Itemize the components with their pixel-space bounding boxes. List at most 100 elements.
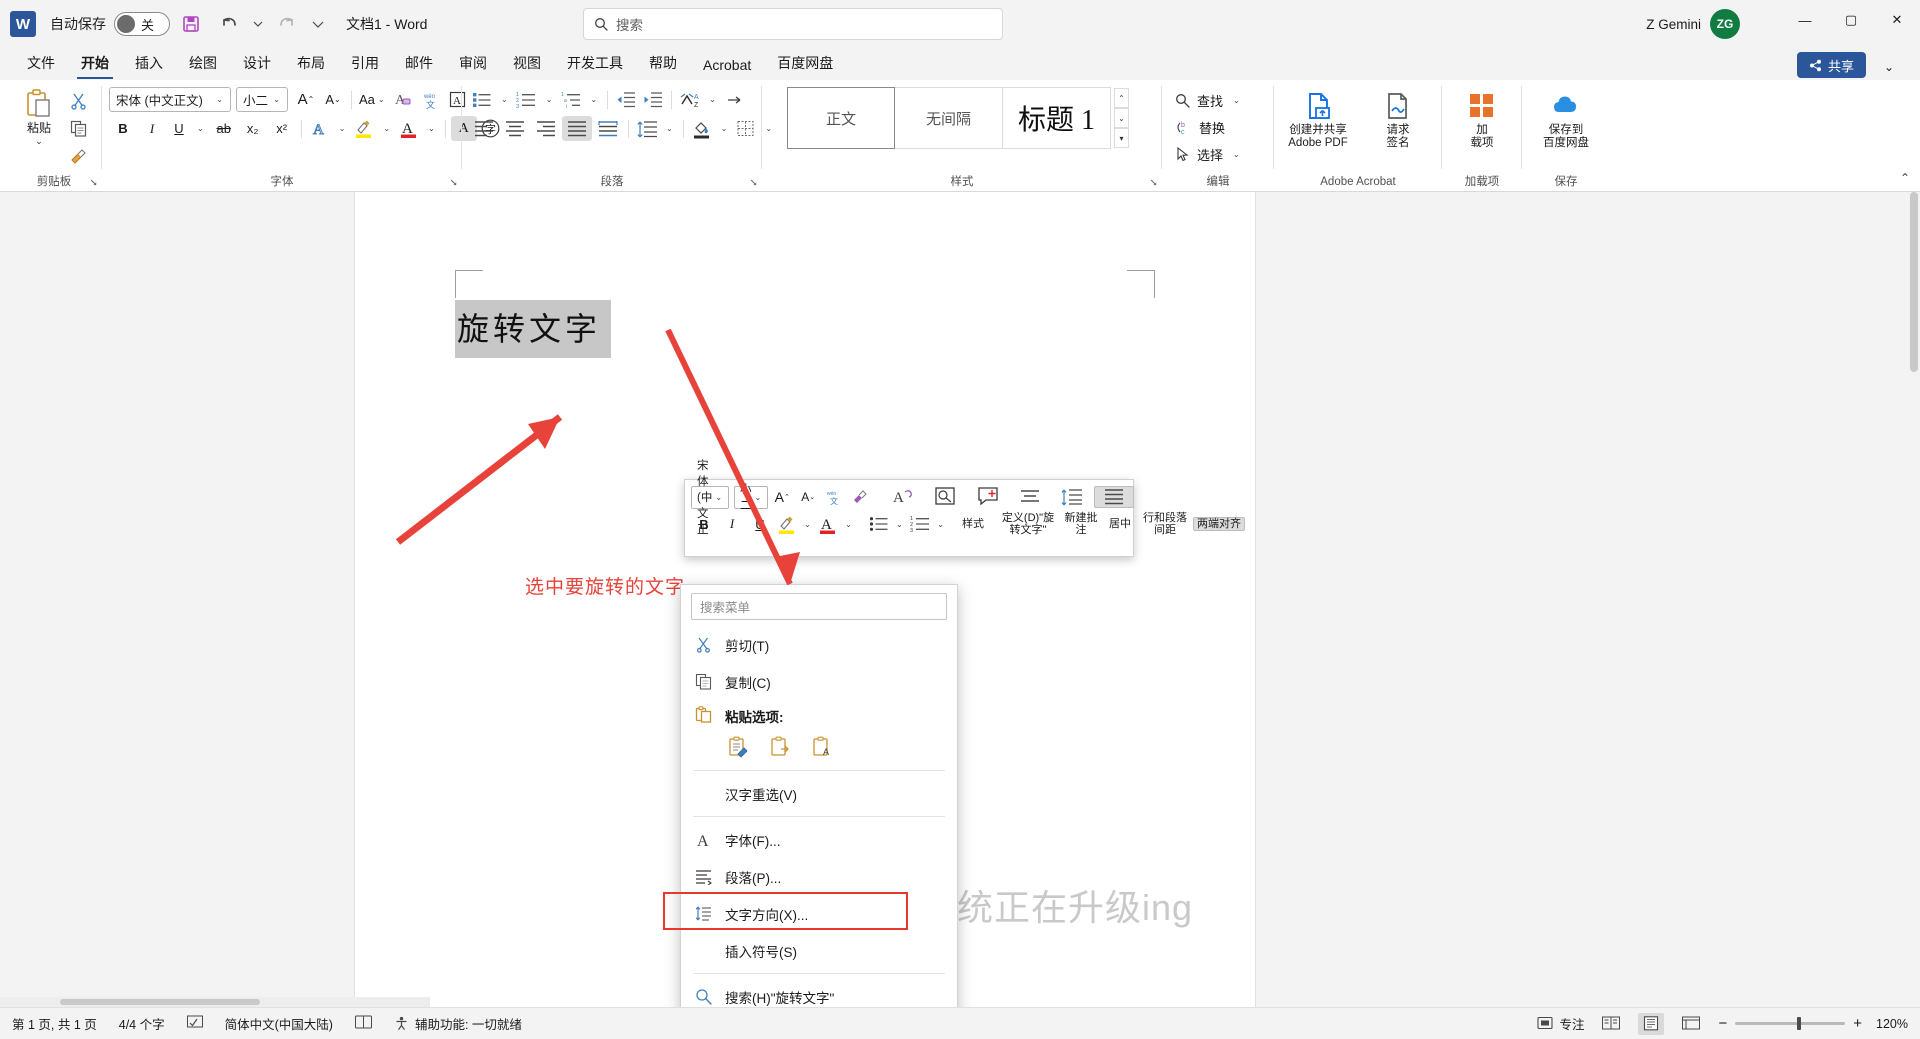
paste-button[interactable]: 粘贴 ⌄: [13, 83, 65, 146]
share-caret-icon[interactable]: ⌄: [1884, 60, 1894, 74]
qat-more-icon[interactable]: [308, 9, 328, 39]
text-effects-button[interactable]: A: [307, 116, 333, 141]
save-to-baidu-button[interactable]: 保存到 百度网盘: [1529, 85, 1603, 150]
line-spacing-button[interactable]: [634, 116, 660, 141]
styles-scroll-down[interactable]: ⌄: [1114, 108, 1129, 128]
mini-font-size-combo[interactable]: 小二 ⌄: [734, 484, 769, 512]
undo-icon[interactable]: [212, 9, 246, 39]
styles-more[interactable]: ▾: [1114, 128, 1129, 148]
paste-keep-source-formatting-icon[interactable]: [725, 734, 751, 760]
mini-shrink-font-button[interactable]: A ⌄: [796, 485, 820, 509]
search-input[interactable]: 搜索: [583, 8, 1003, 40]
tab-view[interactable]: 视图: [500, 49, 554, 80]
create-share-pdf-button[interactable]: 创建并共享 Adobe PDF: [1281, 85, 1355, 150]
horizontal-scroll-thumb[interactable]: [60, 999, 260, 1005]
numbering-caret-icon[interactable]: ⌄: [541, 87, 558, 112]
spellcheck-icon[interactable]: [186, 1015, 203, 1033]
zoom-out-button[interactable]: −: [1718, 1015, 1727, 1032]
zoom-track[interactable]: [1735, 1017, 1846, 1030]
mini-align-center-button[interactable]: [1010, 487, 1050, 507]
zoom-level[interactable]: 120%: [1876, 1017, 1908, 1031]
accessibility-status[interactable]: 辅助功能: 一切就绪: [394, 1014, 522, 1033]
paragraph-dialog-launcher[interactable]: ⭨: [748, 178, 759, 189]
tab-design[interactable]: 设计: [230, 49, 284, 80]
mini-phonetic-button[interactable]: wén 文: [822, 485, 846, 509]
select-button[interactable]: 选择 ⌄: [1169, 141, 1249, 167]
addins-button[interactable]: 加 载项: [1449, 85, 1515, 150]
bullets-button[interactable]: [469, 87, 495, 112]
tab-baidu-netdisk[interactable]: 百度网盘: [764, 49, 846, 80]
styles-scroll-up[interactable]: ⌃: [1114, 88, 1129, 108]
style-heading-1[interactable]: 标题 1: [1003, 87, 1111, 149]
mini-italic-button[interactable]: I: [719, 512, 745, 536]
multilevel-caret-icon[interactable]: ⌄: [585, 87, 602, 112]
maximize-button[interactable]: ▢: [1828, 0, 1874, 40]
close-button[interactable]: ✕: [1874, 0, 1920, 40]
paste-keep-text-only-icon[interactable]: A: [809, 734, 835, 760]
context-menu-search-input[interactable]: 搜索菜单: [691, 593, 947, 620]
superscript-button[interactable]: x²: [268, 116, 296, 141]
strikethrough-button[interactable]: ab: [210, 116, 238, 141]
selected-document-text[interactable]: 旋转文字: [455, 300, 612, 358]
tab-developer[interactable]: 开发工具: [554, 49, 636, 80]
change-case-button[interactable]: Aa ⌄: [357, 87, 390, 112]
word-count[interactable]: 4/4 个字: [119, 1014, 165, 1033]
mini-numbering-button[interactable]: 123: [908, 512, 932, 536]
find-button[interactable]: 查找 ⌄: [1169, 87, 1249, 113]
mini-define-button[interactable]: [926, 486, 966, 508]
minimize-button[interactable]: —: [1782, 0, 1828, 40]
redo-icon[interactable]: [270, 9, 304, 39]
borders-button[interactable]: [733, 116, 759, 141]
sort-button[interactable]: AZ: [677, 87, 703, 112]
request-signature-button[interactable]: 请求 签名: [1361, 85, 1435, 150]
zoom-knob[interactable]: [1797, 1017, 1802, 1030]
vertical-scroll-thumb[interactable]: [1910, 192, 1918, 372]
tab-mailings[interactable]: 邮件: [392, 49, 446, 80]
horizontal-scrollbar[interactable]: [0, 997, 430, 1007]
context-menu-item-cut[interactable]: 剪切(T): [681, 626, 957, 663]
bullets-caret-icon[interactable]: ⌄: [496, 87, 513, 112]
save-icon[interactable]: [174, 9, 208, 39]
tab-layout[interactable]: 布局: [284, 49, 338, 80]
view-mode-icon[interactable]: [354, 1015, 372, 1033]
increase-indent-button[interactable]: [640, 87, 666, 112]
copy-button[interactable]: [65, 115, 91, 141]
autosave-toggle[interactable]: 关: [114, 12, 170, 36]
mini-highlight-caret-icon[interactable]: ⌄: [801, 512, 814, 536]
font-size-caret-icon[interactable]: ⌄: [270, 95, 283, 104]
mini-font-color-button[interactable]: A: [816, 512, 840, 536]
zoom-in-button[interactable]: +: [1853, 1015, 1862, 1032]
mini-bold-button[interactable]: B: [691, 512, 717, 536]
context-menu-item-text-direction[interactable]: 文字方向(X)...: [681, 895, 957, 932]
shading-caret-icon[interactable]: ⌄: [716, 116, 733, 141]
justify-button[interactable]: [562, 116, 592, 141]
vertical-scrollbar[interactable]: [1908, 192, 1920, 1007]
show-marks-button[interactable]: [722, 87, 748, 112]
focus-button[interactable]: 专注: [1537, 1014, 1584, 1033]
context-menu-item-insert-symbol[interactable]: 插入符号(S): [681, 932, 957, 969]
line-spacing-caret-icon[interactable]: ⌄: [661, 116, 678, 141]
subscript-button[interactable]: x₂: [239, 116, 267, 141]
tab-insert[interactable]: 插入: [122, 49, 176, 80]
clipboard-dialog-launcher[interactable]: ⭨: [88, 178, 99, 189]
shrink-font-button[interactable]: A ⌄: [320, 87, 346, 112]
clear-formatting-button[interactable]: A: [391, 87, 417, 112]
cut-button[interactable]: [65, 87, 91, 113]
font-color-caret-icon[interactable]: ⌄: [423, 116, 440, 141]
mini-styles-button[interactable]: A: [884, 486, 924, 508]
align-right-button[interactable]: [531, 116, 561, 141]
mini-underline-button[interactable]: U: [747, 512, 773, 536]
distribute-button[interactable]: [593, 116, 623, 141]
replace-button[interactable]: bc 替换: [1169, 114, 1231, 140]
font-dialog-launcher[interactable]: ⭨: [448, 178, 459, 189]
style-normal[interactable]: 正文: [787, 87, 895, 149]
align-center-button[interactable]: [500, 116, 530, 141]
decrease-indent-button[interactable]: [613, 87, 639, 112]
mini-grow-font-button[interactable]: A ⌃: [770, 485, 794, 509]
mini-new-comment-button[interactable]: [968, 486, 1008, 508]
share-button[interactable]: 共享: [1796, 52, 1866, 78]
tab-references[interactable]: 引用: [338, 49, 392, 80]
font-color-button[interactable]: A: [396, 116, 422, 141]
web-layout-button[interactable]: [1678, 1013, 1704, 1035]
paste-merge-formatting-icon[interactable]: [767, 734, 793, 760]
